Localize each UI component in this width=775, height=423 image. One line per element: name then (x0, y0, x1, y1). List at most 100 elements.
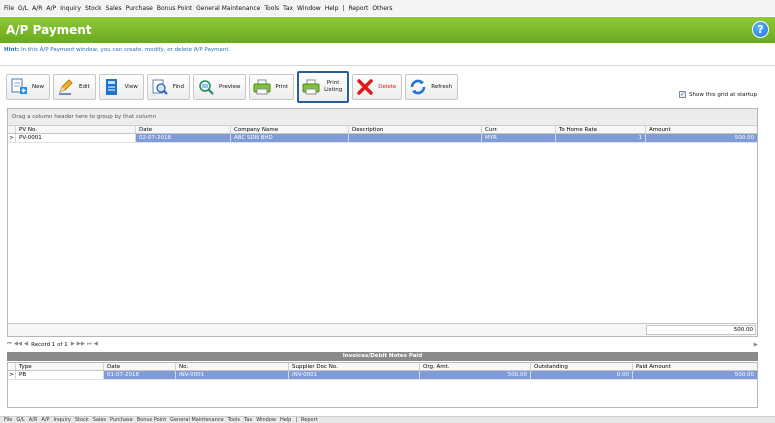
menu-tools[interactable]: Tools (264, 5, 279, 12)
nav-next-last-icons[interactable]: ▶ ▶▶ ⏭ ◀ (71, 341, 98, 348)
refresh-button[interactable]: Refresh (405, 74, 459, 100)
cell-date[interactable]: 02-07-2018 (136, 134, 231, 142)
print-listing-button[interactable]: Print Listing (297, 71, 350, 103)
cell-amount[interactable]: 500.00 (646, 134, 757, 142)
bottom-menu-sales[interactable]: Sales (93, 417, 106, 423)
page-title: A/P Payment (6, 23, 92, 37)
bottom-menu-ar[interactable]: A/R (29, 417, 38, 423)
cell-org-amt[interactable]: 500.00 (420, 371, 531, 379)
cell-pv-no[interactable]: PV-0001 (16, 134, 136, 142)
table-row[interactable]: > PV-0001 02-07-2018 ABC SDN BHD MYR 1 5… (8, 134, 757, 143)
column-supplier-doc-no[interactable]: Supplier Doc No. (289, 363, 420, 370)
print-button[interactable]: Print (249, 74, 295, 100)
bottom-menu-gl[interactable]: G/L (16, 417, 24, 423)
invoices-grid: Type Date No. Supplier Doc No. Org. Amt.… (7, 362, 758, 408)
bottom-menu-tax[interactable]: Tax (244, 417, 252, 423)
printer-listing-icon (302, 78, 320, 96)
bottom-menu-general-maintenance[interactable]: General Maintenance (170, 417, 224, 423)
menu-help[interactable]: Help (325, 5, 339, 12)
nav-first-prev-icons[interactable]: ⏮ ◀◀ ◀ (7, 341, 28, 348)
window-title-bar: A/P Payment ? (0, 17, 775, 43)
menu-purchase[interactable]: Purchase (126, 5, 153, 12)
menu-inquiry[interactable]: Inquiry (60, 5, 81, 12)
bottom-menu-help[interactable]: Help (280, 417, 291, 423)
group-by-hint: Drag a column header here to group by th… (8, 109, 757, 126)
show-grid-checkbox[interactable]: ✓ (679, 91, 687, 98)
scroll-right-icon[interactable]: ▶ (754, 342, 758, 348)
column-type[interactable]: Type (16, 363, 104, 370)
bottom-menu-purchase[interactable]: Purchase (110, 417, 133, 423)
cell-type[interactable]: PB (16, 371, 104, 379)
menu-bonus-point[interactable]: Bonus Point (157, 5, 192, 12)
view-button[interactable]: View (98, 74, 144, 100)
menu-sales[interactable]: Sales (106, 5, 122, 12)
find-button[interactable]: Find (146, 74, 190, 100)
record-counter: Record 1 of 1 (31, 341, 68, 348)
menu-tax[interactable]: Tax (283, 5, 293, 12)
column-curr[interactable]: Curr. (482, 126, 556, 133)
bottom-menu-file[interactable]: File (4, 417, 12, 423)
menu-file[interactable]: File (4, 5, 14, 12)
column-description[interactable]: Description (349, 126, 482, 133)
menu-stock[interactable]: Stock (85, 5, 102, 12)
column-pv-no[interactable]: PV No. (16, 126, 136, 133)
cell-no[interactable]: INV-0001 (176, 371, 289, 379)
find-icon (151, 78, 169, 96)
bottom-menu-report[interactable]: Report (301, 417, 318, 423)
cell-inv-date[interactable]: 01-07-2018 (104, 371, 176, 379)
toolbar: New Edit View Find Preview Print Print L… (6, 70, 766, 104)
hint-text: In this A/P Payment window, you can crea… (20, 47, 231, 53)
invoices-grid-header: Type Date No. Supplier Doc No. Org. Amt.… (8, 363, 757, 371)
column-org-amt[interactable]: Org. Amt. (420, 363, 531, 370)
edit-button[interactable]: Edit (53, 74, 96, 100)
bottom-menu-tools[interactable]: Tools (228, 417, 240, 423)
cell-supplier-doc-no[interactable]: INV-0001 (289, 371, 420, 379)
new-button-label: New (32, 83, 44, 90)
menu-separator: | (342, 4, 345, 12)
column-date[interactable]: Date (136, 126, 231, 133)
help-icon[interactable]: ? (752, 21, 769, 38)
new-button[interactable]: New (6, 74, 50, 100)
cell-outstanding[interactable]: 0.00 (531, 371, 633, 379)
table-row[interactable]: > PB 01-07-2018 INV-0001 INV-0001 500.00… (8, 371, 757, 380)
delete-button[interactable]: Delete (352, 74, 403, 100)
cell-to-home-rate[interactable]: 1 (556, 134, 646, 142)
printer-icon (253, 78, 271, 96)
menu-report[interactable]: Report (348, 5, 368, 12)
column-no[interactable]: No. (176, 363, 289, 370)
grid-header: PV No. Date Company Name Description Cur… (8, 126, 757, 134)
bottom-menu-bonus-point[interactable]: Bonus Point (137, 417, 166, 423)
cell-description[interactable] (349, 134, 482, 142)
menu-window[interactable]: Window (297, 5, 321, 12)
cell-paid-amount[interactable]: 500.00 (633, 371, 757, 379)
column-to-home-rate[interactable]: To Home Rate (556, 126, 646, 133)
column-paid-amount[interactable]: Paid Amount (633, 363, 757, 370)
column-inv-date[interactable]: Date (104, 363, 176, 370)
column-outstanding[interactable]: Outstanding (531, 363, 633, 370)
column-amount[interactable]: Amount (646, 126, 757, 133)
cell-company-name[interactable]: ABC SDN BHD (231, 134, 349, 142)
record-navigator: ⏮ ◀◀ ◀ Record 1 of 1 ▶ ▶▶ ⏭ ◀ ▶ (7, 339, 758, 350)
print-button-label: Print (275, 83, 289, 90)
menu-gl[interactable]: G/L (18, 5, 28, 12)
row-indicator: > (8, 134, 16, 142)
refresh-button-label: Refresh (431, 83, 453, 90)
new-document-icon (10, 78, 28, 96)
menu-others[interactable]: Others (372, 5, 392, 12)
bottom-menu-window[interactable]: Window (256, 417, 276, 423)
bottom-menu-inquiry[interactable]: Inquiry (53, 417, 70, 423)
view-document-icon (103, 78, 121, 96)
menu-ar[interactable]: A/R (32, 5, 42, 12)
show-grid-at-startup[interactable]: ✓ Show this grid at startup (679, 91, 757, 98)
menu-general-maintenance[interactable]: General Maintenance (196, 5, 260, 12)
cell-curr[interactable]: MYR (482, 134, 556, 142)
print-listing-label-line1: Print (326, 80, 340, 86)
delete-button-label: Delete (378, 83, 397, 90)
edit-button-label: Edit (79, 83, 90, 90)
bottom-menu-ap[interactable]: A/P (41, 417, 49, 423)
menu-ap[interactable]: A/P (46, 5, 56, 12)
bottom-menu-stock[interactable]: Stock (75, 417, 89, 423)
preview-button[interactable]: Preview (193, 74, 247, 100)
show-grid-label: Show this grid at startup (689, 91, 757, 98)
column-company-name[interactable]: Company Name (231, 126, 349, 133)
